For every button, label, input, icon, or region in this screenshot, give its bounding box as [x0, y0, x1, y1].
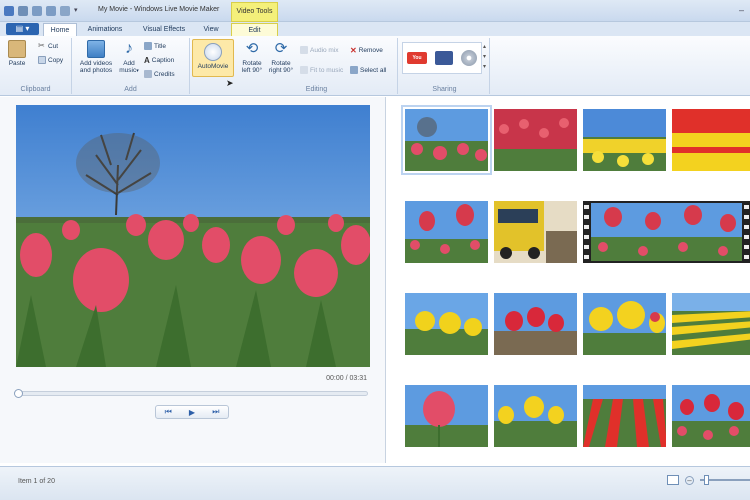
clipboard-group: Paste ✂ Cut Copy Clipboard — [0, 38, 72, 94]
audio-mix-icon — [300, 46, 308, 54]
snapshot-icon[interactable] — [60, 5, 70, 16]
clip-thumbnail[interactable] — [583, 109, 666, 171]
storyboard — [387, 97, 750, 463]
clip-thumbnail[interactable] — [494, 385, 577, 447]
rotate-left-icon: ⟲ — [245, 40, 259, 57]
gallery-scroll[interactable]: ▴ ▾ ▾ — [483, 42, 486, 72]
film-photo-icon — [87, 40, 105, 58]
cut-button[interactable]: ✂ Cut — [38, 42, 58, 50]
zoom-slider[interactable] — [700, 475, 750, 485]
add-group: Add videos and photos ♪ Add music▾ Title… — [72, 38, 190, 94]
credits-button[interactable]: Credits — [144, 70, 175, 78]
audio-mix-button[interactable]: Audio mix — [300, 46, 339, 54]
fit-to-music-icon — [300, 66, 308, 74]
title-bar: ▾ My Movie - Windows Live Movie Maker Vi… — [0, 0, 750, 22]
rotate-right-icon: ⟳ — [274, 40, 288, 57]
clip-thumbnail[interactable] — [494, 293, 577, 355]
time-readout: 00:00 / 03:31 — [326, 375, 367, 382]
quick-access-toolbar: ▾ — [4, 4, 80, 17]
caption-icon: A — [144, 56, 150, 65]
file-menu-button[interactable]: ▤ ▾ — [6, 23, 39, 35]
sharing-group-label: Sharing — [432, 86, 457, 93]
copy-icon — [38, 56, 46, 64]
credits-icon — [144, 70, 152, 78]
zoom-slider-thumb[interactable] — [704, 475, 709, 485]
app-menu-icon[interactable] — [4, 5, 14, 16]
clip-thumbnail[interactable] — [672, 293, 750, 355]
clip-thumbnail[interactable] — [401, 105, 492, 175]
seek-bar[interactable] — [14, 389, 368, 398]
caption-button[interactable]: A Caption — [144, 56, 174, 65]
automovie-button[interactable]: AutoMovie — [192, 39, 234, 77]
mouse-cursor-icon: ➤ — [226, 78, 234, 88]
tab-visual-effects[interactable]: Visual Effects — [136, 23, 192, 36]
sharing-gallery: You — [402, 42, 482, 74]
clip-thumbnail[interactable] — [405, 385, 488, 447]
facebook-icon[interactable] — [435, 51, 453, 65]
automovie-icon — [204, 43, 222, 61]
select-all-icon — [350, 66, 358, 74]
clip-thumbnail[interactable] — [583, 293, 666, 355]
tulip-field-image — [16, 105, 370, 367]
thumbnail-size-icon[interactable] — [667, 475, 679, 485]
previous-frame-icon[interactable]: ⏮ — [165, 407, 172, 417]
ribbon-tabs: ▤ ▾ Home Animations Visual Effects View … — [0, 22, 750, 36]
next-frame-icon[interactable]: ⏭ — [212, 407, 219, 417]
tab-home[interactable]: Home — [43, 23, 77, 36]
paste-icon — [8, 40, 26, 58]
sharing-group: You ▴ ▾ ▾ Sharing — [400, 38, 490, 94]
music-note-icon: ♪ — [125, 40, 133, 57]
clip-thumbnail[interactable] — [672, 109, 750, 171]
title-button[interactable]: Title — [144, 42, 166, 50]
minimize-icon[interactable]: – — [739, 5, 744, 15]
title-icon — [144, 42, 152, 50]
clipboard-group-label: Clipboard — [20, 86, 51, 93]
add-videos-button[interactable]: Add videos and photos — [76, 40, 116, 74]
playback-controls: ⏮ ▶ ⏭ — [155, 405, 229, 419]
clip-thumbnail[interactable] — [405, 201, 488, 263]
remove-x-icon: ✕ — [350, 46, 357, 55]
rotate-left-button[interactable]: ⟲ Rotate left 90° — [238, 40, 266, 74]
seek-thumb[interactable] — [14, 389, 23, 398]
remove-button[interactable]: ✕ Remove — [350, 46, 383, 55]
clip-thumbnail[interactable] — [494, 201, 577, 263]
zoom-controls: – — [667, 475, 750, 485]
ribbon: Paste ✂ Cut Copy Clipboard Add videos and… — [0, 36, 750, 96]
save-icon[interactable] — [18, 5, 28, 16]
editing-group: ⟲ Rotate left 90° ⟳ Rotate right 90° Aud… — [236, 38, 398, 94]
paste-button[interactable]: Paste — [6, 40, 28, 67]
window-controls: – — [739, 5, 744, 15]
contextual-tab-group: Video Tools — [231, 2, 278, 22]
clip-thumbnail[interactable] — [405, 293, 488, 355]
automovie-group: AutoMovie ➤ — [190, 38, 236, 94]
item-count: Item 1 of 20 — [18, 478, 55, 485]
tab-edit[interactable]: Edit — [231, 23, 278, 36]
preview-pane: 00:00 / 03:31 ⏮ ▶ ⏭ — [0, 97, 386, 463]
video-preview[interactable] — [16, 105, 370, 367]
fit-to-music-button[interactable]: Fit to music — [300, 66, 343, 74]
clip-thumbnail-filmstrip[interactable] — [583, 201, 750, 263]
tab-view[interactable]: View — [198, 23, 224, 36]
add-music-button[interactable]: ♪ Add music▾ — [118, 40, 140, 75]
undo-icon[interactable] — [32, 5, 42, 16]
select-all-button[interactable]: Select all — [350, 66, 386, 74]
zoom-out-icon[interactable]: – — [685, 475, 694, 485]
rotate-right-button[interactable]: ⟳ Rotate right 90° — [266, 40, 296, 74]
scissors-icon: ✂ — [38, 41, 45, 50]
youtube-icon[interactable]: You — [407, 52, 427, 64]
clip-thumbnail[interactable] — [494, 109, 577, 171]
editing-group-label: Editing — [305, 86, 328, 93]
copy-button[interactable]: Copy — [38, 56, 63, 64]
play-icon[interactable]: ▶ — [189, 408, 195, 417]
window-title: My Movie - Windows Live Movie Maker — [98, 6, 220, 13]
dvd-icon[interactable] — [461, 50, 477, 66]
clip-thumbnail[interactable] — [672, 385, 750, 447]
clip-thumbnail[interactable] — [583, 385, 666, 447]
add-group-label: Add — [124, 86, 137, 93]
status-bar: Item 1 of 20 – — [0, 466, 750, 500]
qat-dropdown-icon[interactable]: ▾ — [74, 6, 80, 16]
tab-animations[interactable]: Animations — [82, 23, 128, 36]
redo-icon[interactable] — [46, 5, 56, 16]
